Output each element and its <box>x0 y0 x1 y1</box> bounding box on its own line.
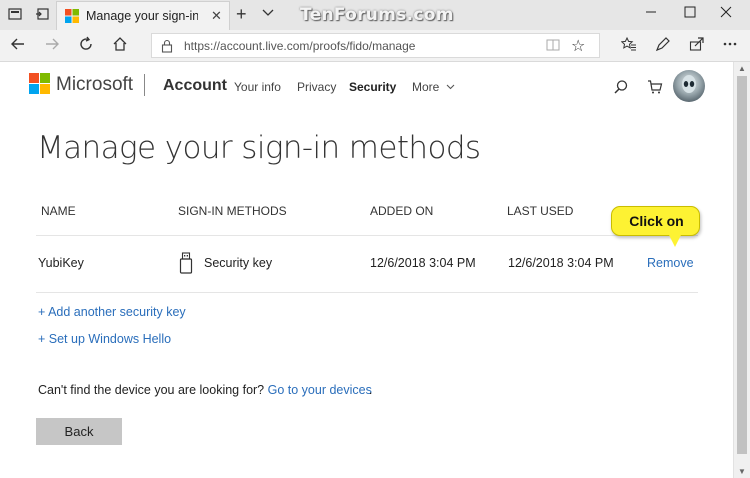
row-name: YubiKey <box>38 256 84 270</box>
scrollbar-thumb[interactable] <box>737 76 747 454</box>
row-added-on: 12/6/2018 3:04 PM <box>370 256 476 270</box>
click-on-callout: Click on <box>611 206 700 236</box>
nav-more[interactable]: More <box>412 80 455 94</box>
nav-privacy[interactable]: Privacy <box>297 80 336 94</box>
row-last-used: 12/6/2018 3:04 PM <box>508 256 614 270</box>
back-icon[interactable] <box>8 36 28 56</box>
tab-strip: Manage your sign-in me ✕ + TenForums.com <box>0 0 750 30</box>
cant-find-device-text: Can't find the device you are looking fo… <box>38 383 372 397</box>
close-window-icon[interactable] <box>716 5 736 21</box>
nav-your-info[interactable]: Your info <box>234 80 281 94</box>
address-toolbar: https://account.live.com/proofs/fido/man… <box>0 30 750 62</box>
forward-icon[interactable] <box>42 36 62 56</box>
scroll-up-icon[interactable]: ▲ <box>738 64 746 73</box>
star-icon[interactable]: ☆ <box>571 36 585 56</box>
address-bar[interactable]: https://account.live.com/proofs/fido/man… <box>151 33 600 58</box>
favorites-icon[interactable] <box>619 36 639 56</box>
set-up-windows-hello-link[interactable]: + Set up Windows Hello <box>38 332 171 346</box>
tab-preview-icon[interactable] <box>7 7 23 23</box>
cant-find-label: Can't find the device you are looking fo… <box>38 383 265 397</box>
minimize-icon[interactable] <box>641 5 661 21</box>
refresh-icon[interactable] <box>76 36 96 56</box>
column-header-added: ADDED ON <box>370 204 434 218</box>
share-icon[interactable] <box>687 36 707 56</box>
table-divider-top <box>36 235 698 236</box>
back-button[interactable]: Back <box>36 418 122 445</box>
scroll-down-icon[interactable]: ▼ <box>738 467 746 476</box>
close-tab-icon[interactable]: ✕ <box>211 8 222 24</box>
site-header: Microsoft Account Your info Privacy Secu… <box>0 62 733 112</box>
search-icon[interactable] <box>613 79 629 100</box>
chevron-down-icon <box>446 84 455 90</box>
home-icon[interactable] <box>110 36 130 56</box>
remove-link[interactable]: Remove <box>647 256 694 270</box>
brand-name: Microsoft <box>56 74 134 95</box>
table-divider-bottom <box>36 292 698 293</box>
cart-icon[interactable] <box>647 79 663 100</box>
new-tab-icon[interactable]: + <box>236 4 247 25</box>
column-header-methods: SIGN-IN METHODS <box>178 204 287 218</box>
sentence-period: . <box>368 383 373 397</box>
avatar[interactable] <box>673 70 705 102</box>
url-text: https://account.live.com/proofs/fido/man… <box>184 39 416 53</box>
maximize-icon[interactable] <box>680 5 700 21</box>
lock-icon <box>161 39 173 58</box>
watermark: TenForums.com <box>300 5 454 25</box>
microsoft-logo[interactable] <box>29 73 51 95</box>
column-header-name: NAME <box>41 204 76 218</box>
set-aside-tabs-icon[interactable] <box>34 7 50 23</box>
section-title[interactable]: Account <box>163 77 227 95</box>
active-tab[interactable]: Manage your sign-in me ✕ <box>56 1 230 30</box>
row-method: Security key <box>204 256 273 270</box>
usb-key-icon <box>179 252 193 279</box>
reading-view-icon[interactable] <box>546 38 560 55</box>
microsoft-favicon-icon <box>65 9 79 23</box>
callout-pointer <box>669 235 681 247</box>
nav-security[interactable]: Security <box>349 80 396 94</box>
column-header-last-used: LAST USED <box>507 204 574 218</box>
more-icon[interactable] <box>720 36 740 56</box>
pen-icon[interactable] <box>653 36 673 56</box>
header-divider <box>144 74 145 96</box>
page-title: Manage your sign-in methods <box>37 130 481 166</box>
vertical-scrollbar[interactable]: ▲ ▼ <box>733 62 750 478</box>
nav-more-label: More <box>412 80 440 94</box>
tab-title: Manage your sign-in me <box>86 9 198 23</box>
go-to-devices-link[interactable]: Go to your devices <box>268 383 372 397</box>
callout-text: Click on <box>629 213 684 229</box>
add-security-key-link[interactable]: + Add another security key <box>38 305 186 319</box>
tab-list-chevron-icon[interactable] <box>262 6 274 21</box>
